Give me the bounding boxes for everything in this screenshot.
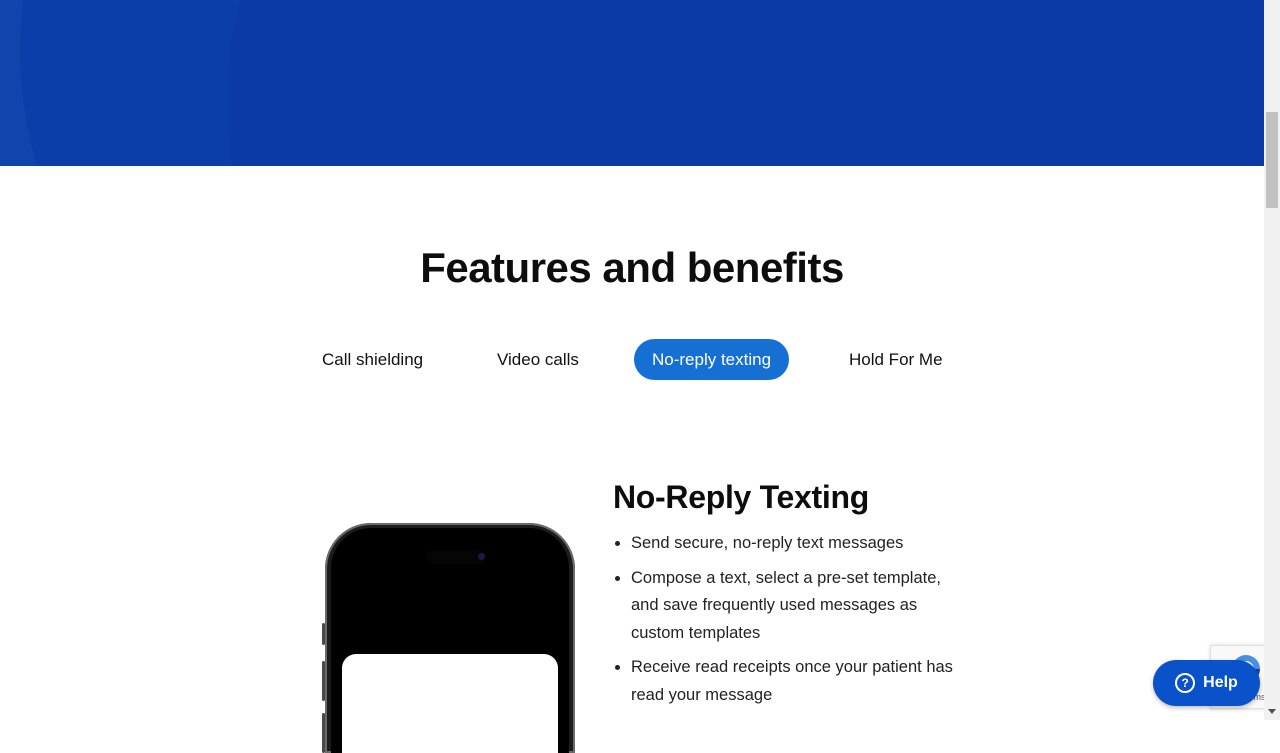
phone-bezel xyxy=(331,528,569,753)
hero-banner xyxy=(0,0,1264,166)
phone-illustration xyxy=(322,523,575,753)
phone-camera xyxy=(478,553,485,560)
page-scrollbar[interactable] xyxy=(1264,0,1280,720)
feature-bullet: Receive read receipts once your patient … xyxy=(631,654,973,709)
scrollbar-thumb[interactable] xyxy=(1266,112,1278,208)
tab-call-shielding[interactable]: Call shielding xyxy=(304,339,441,380)
tab-no-reply-texting[interactable]: No-reply texting xyxy=(634,339,790,380)
help-button-label: Help xyxy=(1203,674,1238,691)
scroll-down-icon[interactable] xyxy=(1268,709,1276,714)
phone-side-button xyxy=(322,713,325,753)
help-button[interactable]: ? Help xyxy=(1153,660,1260,706)
tab-video-calls[interactable]: Video calls xyxy=(479,339,597,380)
feature-tabs: Call shielding Video calls No-reply text… xyxy=(0,339,1264,380)
tab-hold-for-me[interactable]: Hold For Me xyxy=(831,339,961,380)
section-title: Features and benefits xyxy=(420,244,844,291)
hero-decoration xyxy=(228,0,1264,166)
phone-side-button xyxy=(322,623,325,645)
phone-dynamic-island xyxy=(426,550,486,564)
feature-bullet: Compose a text, select a pre-set templat… xyxy=(631,565,973,648)
feature-bullet: Send secure, no-reply text messages xyxy=(631,530,973,558)
phone-side-button xyxy=(322,661,325,701)
feature-panel: No-Reply Texting Send secure, no-reply t… xyxy=(613,478,973,716)
question-circle-icon: ? xyxy=(1175,673,1196,693)
feature-bullet-list: Send secure, no-reply text messages Comp… xyxy=(613,530,973,709)
feature-title: No-Reply Texting xyxy=(613,479,869,515)
phone-screen xyxy=(342,654,558,753)
